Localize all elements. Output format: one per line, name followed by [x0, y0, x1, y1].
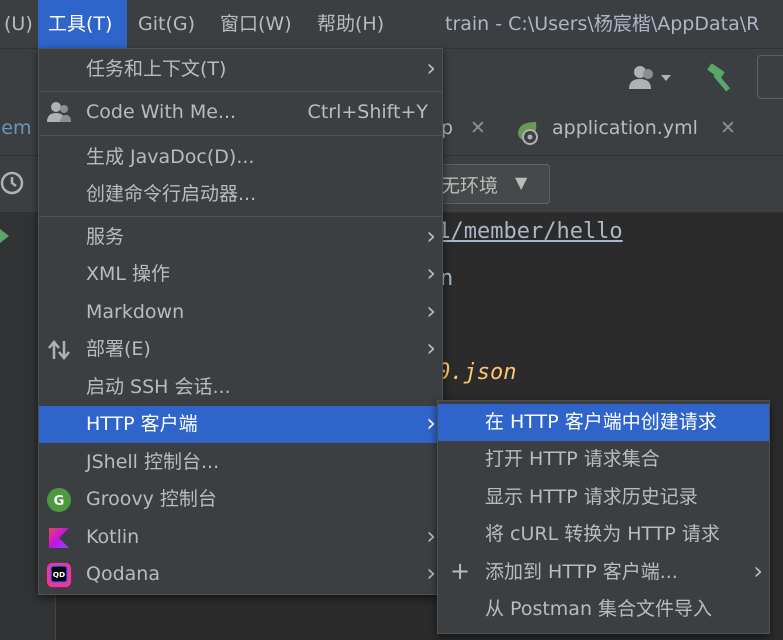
menubar-item-window[interactable]: 窗口(W) — [210, 0, 302, 48]
chevron-down-icon: ▼ — [515, 173, 528, 192]
groovy-icon-letter: G — [54, 494, 65, 509]
menubar-item-tools[interactable]: 工具(T) — [38, 0, 127, 48]
menu-item-code-with-me[interactable]: Code With Me... Ctrl+Shift+Y — [39, 94, 442, 131]
build-hammer-icon[interactable] — [704, 61, 736, 93]
chevron-right-icon: › — [426, 334, 436, 362]
menu-separator — [39, 135, 442, 136]
chevron-right-icon: › — [426, 259, 436, 287]
submenu-item-convert-curl[interactable]: 将 cURL 转换为 HTTP 请求 — [438, 516, 769, 553]
menu-item-create-launcher[interactable]: 创建命令行启动器... — [39, 176, 442, 213]
code-with-me-icon — [47, 102, 71, 122]
groovy-icon: G — [47, 488, 71, 512]
deploy-arrows-icon — [48, 340, 70, 360]
environment-select-value: 无环境 — [441, 175, 499, 197]
menubar-item-help[interactable]: 帮助(H) — [307, 0, 394, 48]
menu-item-deployment[interactable]: 部署(E) › — [39, 331, 442, 368]
menu-item-tasks-context[interactable]: 任务和上下文(T) › — [39, 51, 442, 88]
submenu-item-add-to-http-client[interactable]: + 添加到 HTTP 客户端... › — [438, 554, 769, 591]
menu-item-start-ssh[interactable]: 启动 SSH 会话... — [39, 369, 442, 406]
toolbar-partial-button[interactable] — [757, 55, 783, 99]
menu-item-jshell-console[interactable]: JShell 控制台... — [39, 444, 442, 481]
chevron-right-icon: › — [426, 409, 436, 437]
kotlin-icon — [49, 528, 69, 548]
menu-item-generate-javadoc[interactable]: 生成 JavaDoc(D)... — [39, 139, 442, 176]
qodana-icon: QD — [46, 562, 72, 588]
menu-item-xml-actions[interactable]: XML 操作 › — [39, 256, 442, 293]
submenu-item-open-collection[interactable]: 打开 HTTP 请求集合 — [438, 441, 769, 478]
tab-application-yml[interactable]: application.yml — [552, 117, 698, 139]
menu-item-http-client[interactable]: HTTP 客户端 › — [39, 406, 442, 443]
chevron-right-icon: › — [426, 297, 436, 325]
chevron-right-icon: › — [426, 222, 436, 250]
shortcut-label: Ctrl+Shift+Y — [307, 101, 428, 123]
window-title: train - C:\Users\杨宸楷\AppData\R — [445, 13, 760, 35]
code-line-url[interactable]: 31/member/hello — [424, 219, 623, 244]
menu-item-markdown[interactable]: Markdown › — [39, 294, 442, 331]
tab-close-icon[interactable]: ✕ — [470, 117, 486, 139]
menubar-item-vcs[interactable]: (U) — [0, 0, 43, 48]
chevron-right-icon: › — [426, 559, 436, 587]
qodana-icon-letters: QD — [53, 570, 65, 579]
menu-item-groovy-console[interactable]: G Groovy 控制台 — [39, 481, 442, 518]
chevron-right-icon: › — [426, 522, 436, 550]
tab-partial-left[interactable]: lem — [0, 117, 31, 139]
user-account-icon[interactable] — [628, 65, 676, 91]
submenu-item-show-history[interactable]: 显示 HTTP 请求历史记录 — [438, 479, 769, 516]
chevron-right-icon: › — [426, 54, 436, 82]
tab-close-icon[interactable]: ✕ — [720, 117, 736, 139]
run-arrow-icon[interactable] — [0, 229, 10, 243]
plus-icon: + — [450, 557, 471, 585]
menu-item-kotlin[interactable]: Kotlin › — [39, 519, 442, 556]
menu-separator — [39, 91, 442, 92]
tools-menu: 任务和上下文(T) › Code With Me... Ctrl+Shift+Y… — [38, 48, 443, 595]
menu-item-qodana[interactable]: QD Qodana › — [39, 556, 442, 593]
menubar-item-git[interactable]: Git(G) — [128, 0, 205, 48]
menu-separator — [39, 216, 442, 217]
code-line-json: 0.json — [437, 360, 517, 385]
http-client-submenu: 在 HTTP 客户端中创建请求 打开 HTTP 请求集合 显示 HTTP 请求历… — [437, 400, 770, 634]
chevron-right-icon: › — [753, 557, 763, 585]
history-clock-icon[interactable] — [0, 170, 26, 196]
submenu-item-create-request[interactable]: 在 HTTP 客户端中创建请求 — [438, 404, 769, 441]
submenu-item-import-postman[interactable]: 从 Postman 集合文件导入 — [438, 591, 769, 628]
spring-yaml-file-icon — [518, 122, 538, 145]
menubar: (U) 工具(T) Git(G) 窗口(W) 帮助(H) train - C:\… — [0, 0, 783, 48]
menu-item-services[interactable]: 服务 › — [39, 219, 442, 256]
